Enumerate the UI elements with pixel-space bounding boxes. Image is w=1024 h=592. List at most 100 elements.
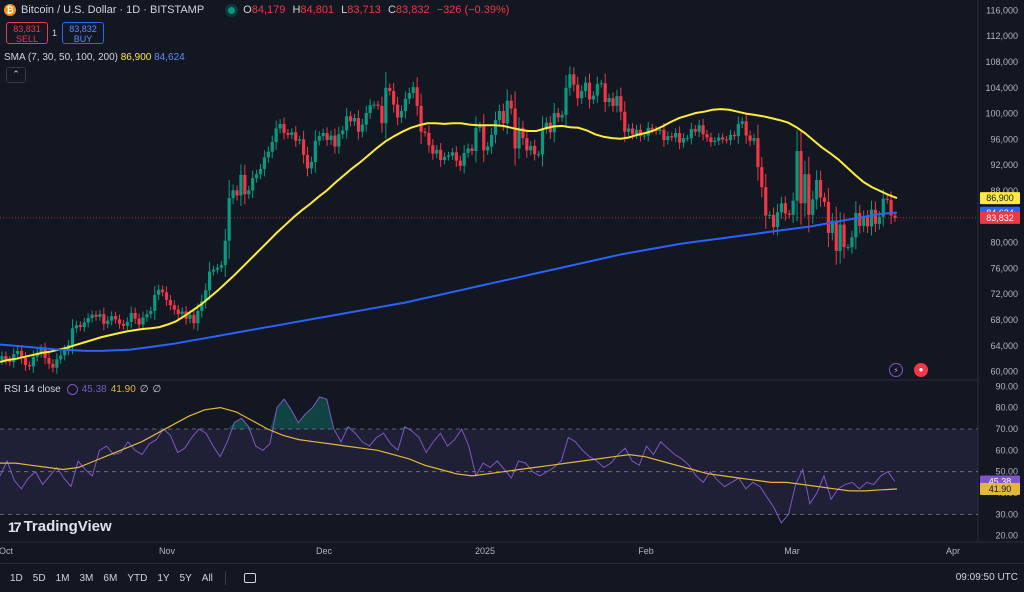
candle-body: [458, 160, 462, 166]
timeframe-6m[interactable]: 6M: [103, 573, 117, 584]
chart-canvas[interactable]: 116,000 112,000 108,000 104,000 100,000 96,00…: [0, 0, 1024, 563]
candle-body: [705, 134, 709, 138]
candle-body: [145, 314, 149, 318]
candle-body: [685, 138, 690, 140]
candle-body: [121, 323, 126, 326]
price-label: 83,832: [986, 213, 1014, 223]
candle-body: [713, 140, 717, 142]
price-tick-label: 112,000: [986, 31, 1018, 41]
candle-body: [525, 138, 529, 151]
collapse-legend-button[interactable]: ⌃: [6, 67, 26, 83]
candle-body: [560, 114, 564, 118]
candle-body: [419, 105, 423, 132]
close-value: 83,832: [395, 4, 430, 16]
candle-body: [623, 111, 627, 132]
timeframe-1y[interactable]: 1Y: [157, 573, 169, 584]
us-flag-icon[interactable]: ●: [914, 363, 928, 377]
timeframe-1m[interactable]: 1M: [56, 573, 70, 584]
candle-body: [493, 120, 498, 135]
rsi-legend[interactable]: RSI 14 close 45.38 41.90 ∅ ∅: [4, 384, 161, 395]
candle-body: [599, 83, 603, 85]
high-value: 84,801: [300, 4, 335, 16]
candle-body: [674, 132, 678, 138]
candle-body: [724, 139, 729, 141]
candle-body: [168, 299, 173, 306]
candle-body: [501, 111, 505, 124]
candle-body: [779, 203, 784, 213]
candle-body: [677, 132, 682, 143]
sell-button[interactable]: 83,831 SELL: [6, 22, 48, 44]
candle-body: [215, 267, 220, 270]
candle-body: [709, 137, 713, 142]
candle-body: [98, 314, 102, 317]
candle-body: [94, 314, 98, 317]
sma-legend[interactable]: SMA (7, 30, 50, 100, 200) 86,900 84,624: [4, 52, 185, 63]
time-tick-label: Oct: [0, 546, 13, 556]
price-tick-label: 108,000: [985, 57, 1018, 67]
rsi-tick-label: 70.00: [995, 424, 1018, 434]
candle-body: [435, 149, 439, 154]
candle-body: [642, 135, 646, 137]
tradingview-logo: 17 TradingView: [8, 518, 112, 535]
candle-body: [321, 132, 325, 137]
candle-body: [658, 129, 662, 132]
tradingview-mark-icon: 17: [8, 518, 22, 535]
calendar-icon[interactable]: [243, 573, 256, 583]
candle-body: [78, 325, 82, 328]
candle-body: [768, 214, 772, 216]
candle-body: [822, 197, 827, 202]
candle-body: [795, 151, 799, 201]
timeframe-1d[interactable]: 1D: [10, 573, 23, 584]
candle-body: [333, 135, 337, 147]
candle-body: [756, 138, 760, 168]
ohlc-values: O84,179 H84,801 L83,713 C83,832 −326 (−0…: [243, 4, 510, 16]
candle-body: [278, 123, 282, 129]
timeframe-all[interactable]: All: [202, 573, 213, 584]
candle-body: [407, 92, 411, 99]
buy-button[interactable]: 83,832 BUY: [62, 22, 104, 44]
open-value: 84,179: [251, 4, 286, 16]
bottom-toolbar: 1D 5D 1M 3M 6M YTD 1Y 5Y All 09:09:50 UT…: [0, 563, 1024, 592]
candle-body: [251, 178, 255, 191]
price-tick-label: 68,000: [990, 315, 1018, 325]
rsi-tick-label: 20.00: [995, 531, 1018, 541]
sma-value-1: 86,900: [120, 52, 152, 63]
candle-body: [826, 201, 831, 233]
rsi-empty-1: ∅: [139, 384, 149, 395]
time-tick-label: Feb: [638, 546, 654, 556]
candle-body: [439, 149, 443, 161]
timeframe-ytd[interactable]: YTD: [127, 573, 147, 584]
candle-body: [188, 314, 192, 319]
candle-body: [341, 130, 345, 135]
candle-body: [450, 152, 455, 156]
candle-body: [270, 141, 274, 152]
candle-body: [572, 74, 576, 85]
candle-body: [290, 132, 294, 135]
candle-body: [258, 169, 263, 175]
market-status-icon: [228, 6, 236, 14]
symbol-title[interactable]: Bitcoin / U.S. Dollar · 1D · BITSTAMP: [21, 4, 204, 16]
rsi-settings-icon[interactable]: [66, 384, 78, 395]
timeframe-3m[interactable]: 3M: [80, 573, 94, 584]
candle-body: [313, 140, 317, 162]
candle-body: [415, 87, 419, 106]
timeframe-5d[interactable]: 5D: [33, 573, 46, 584]
candle-body: [364, 112, 368, 125]
candle-body: [274, 128, 278, 142]
rsi-empty-2: ∅: [152, 384, 162, 395]
timeframe-5y[interactable]: 5Y: [180, 573, 192, 584]
candle-body: [133, 312, 137, 319]
time-tick-label: 2025: [475, 546, 495, 556]
candle-body: [82, 322, 86, 328]
lightning-icon[interactable]: ⚡: [889, 363, 903, 377]
candle-body: [153, 294, 157, 311]
candle-body: [86, 318, 90, 323]
candle-body: [356, 118, 361, 132]
candle-body: [231, 190, 235, 199]
candle-body: [403, 98, 408, 112]
low-value: 83,713: [347, 4, 381, 16]
candle-body: [470, 148, 474, 152]
utc-clock[interactable]: 09:09:50 UTC: [956, 572, 1018, 583]
candle-body: [783, 203, 787, 214]
price-tick-label: 96,000: [990, 134, 1018, 144]
